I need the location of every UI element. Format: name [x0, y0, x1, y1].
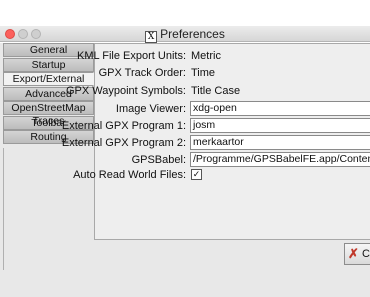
gpx-waypoint-symbols-select[interactable]: Title Case: [191, 85, 240, 97]
setting-gpx-waypoint-symbols: GPX Waypoint Symbols: Title Case: [66, 83, 370, 99]
setting-auto-read-world: Auto Read World Files: ✓: [73, 167, 370, 183]
auto-read-world-checkbox[interactable]: ✓: [191, 169, 202, 180]
gpx-track-order-label: GPX Track Order:: [98, 67, 186, 79]
image-viewer-label: Image Viewer:: [115, 103, 186, 115]
close-button[interactable]: ✗ C: [344, 243, 370, 265]
setting-external-gpx-2: External GPX Program 2: merkaartor: [62, 135, 370, 151]
gpsbabel-label: GPSBabel:: [131, 154, 186, 166]
setting-gpsbabel: GPSBabel: /Programme/GPSBabelFE.app/Cont…: [95, 152, 370, 168]
kml-units-select[interactable]: Metric: [191, 50, 221, 62]
setting-gpx-track-order: GPX Track Order: Time: [95, 65, 370, 81]
external-gpx-2-label: External GPX Program 2:: [61, 137, 186, 149]
window-titlebar[interactable]: X Preferences: [0, 26, 370, 43]
x11-icon: X: [145, 31, 158, 43]
tab-openstreetmap-traces[interactable]: OpenStreetMap Traces: [3, 101, 94, 127]
close-icon: ✗: [348, 246, 359, 261]
setting-external-gpx-1: External GPX Program 1: josm: [62, 118, 370, 134]
close-button-label: C: [362, 248, 370, 260]
tab-export-external[interactable]: Export/External: [3, 72, 94, 86]
image-viewer-input[interactable]: xdg-open: [190, 101, 370, 116]
window-title-wrap: X Preferences: [0, 27, 370, 43]
auto-read-world-label: Auto Read World Files:: [73, 169, 186, 181]
kml-units-label: KML File Export Units:: [76, 50, 186, 62]
external-gpx-2-input[interactable]: merkaartor: [190, 135, 370, 150]
external-gpx-1-label: External GPX Program 1:: [61, 120, 186, 132]
tab-list-filler: [3, 148, 94, 270]
gpx-waypoint-symbols-label: GPX Waypoint Symbols:: [65, 85, 186, 97]
gpx-track-order-select[interactable]: Time: [191, 67, 215, 79]
external-gpx-1-input[interactable]: josm: [190, 118, 370, 133]
export-external-panel: KML File Export Units: Metric GPX Track …: [62, 43, 370, 240]
setting-kml-units: KML File Export Units: Metric: [77, 48, 370, 64]
gpsbabel-input[interactable]: /Programme/GPSBabelFE.app/Contents/MacOS…: [190, 152, 370, 167]
setting-image-viewer: Image Viewer: xdg-open: [95, 101, 370, 117]
preferences-content: General Startup Export/External Advanced…: [0, 43, 370, 297]
window-title: Preferences: [160, 27, 225, 41]
